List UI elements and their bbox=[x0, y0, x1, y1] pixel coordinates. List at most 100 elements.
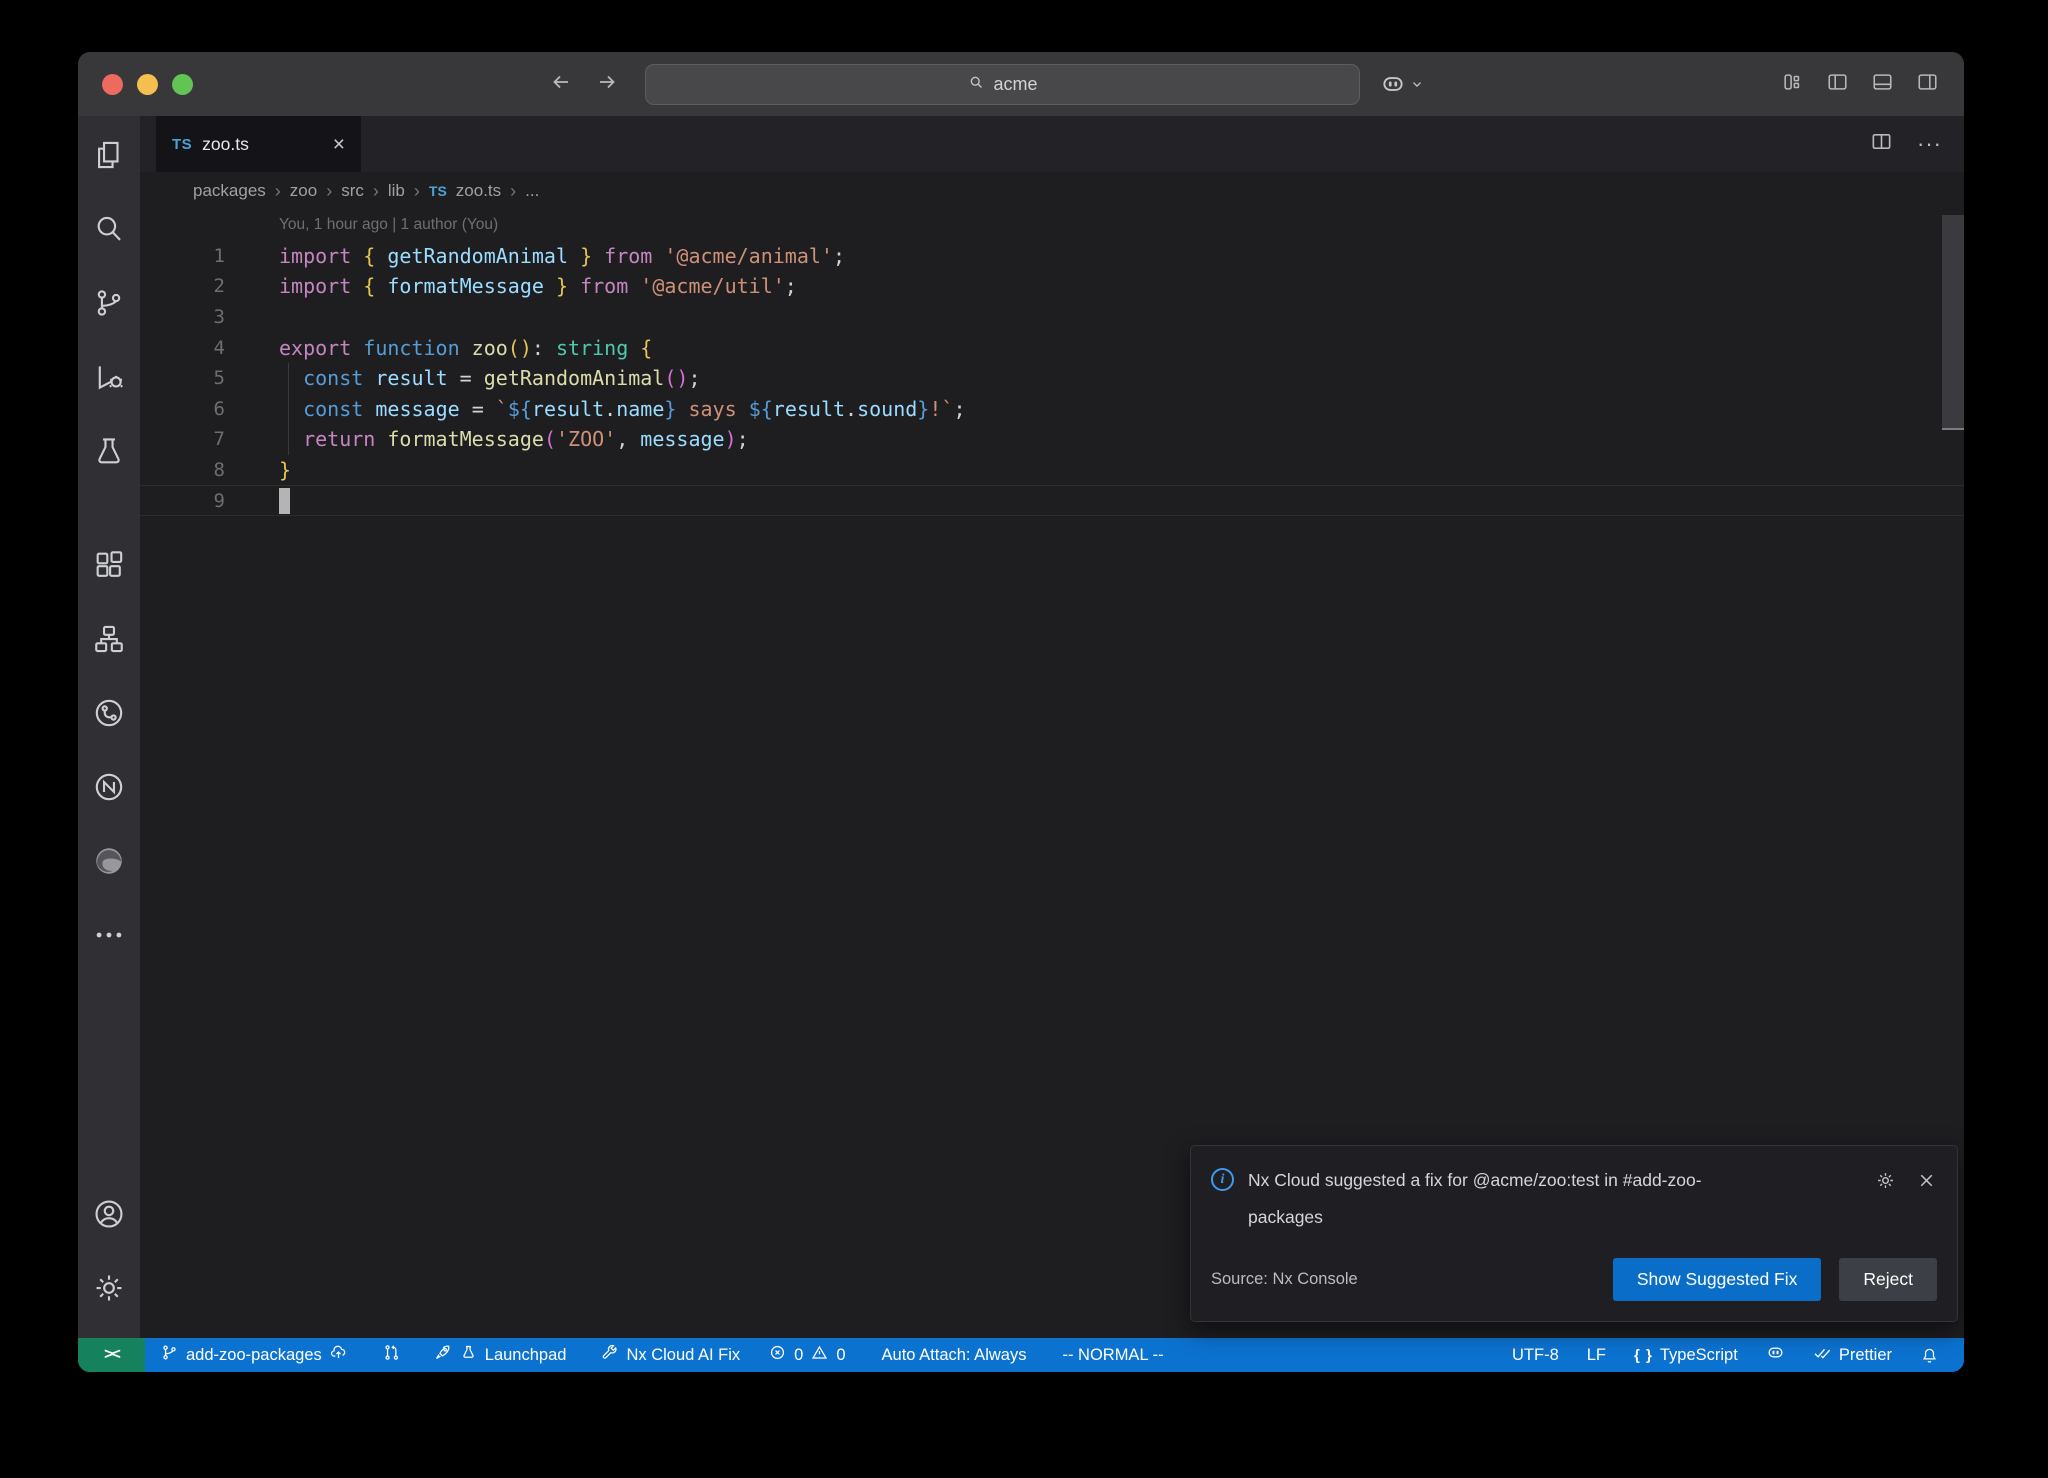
reject-button[interactable]: Reject bbox=[1839, 1258, 1937, 1301]
braces-icon: { } bbox=[1634, 1347, 1653, 1364]
extensions-icon bbox=[92, 548, 126, 587]
activity-bar-item-nx-console[interactable] bbox=[78, 678, 140, 752]
notifications-bell-icon[interactable] bbox=[1911, 1338, 1948, 1372]
notification-settings-icon[interactable] bbox=[1875, 1170, 1896, 1196]
encoding-item[interactable]: UTF-8 bbox=[1503, 1338, 1568, 1372]
rocket-icon bbox=[433, 1343, 452, 1367]
back-arrow-icon[interactable] bbox=[549, 70, 573, 99]
language-item[interactable]: { } TypeScript bbox=[1625, 1338, 1747, 1372]
activity-bar-item-settings[interactable] bbox=[78, 1253, 140, 1327]
edge-tools-icon bbox=[92, 844, 126, 883]
breadcrumb-separator: › bbox=[275, 181, 281, 202]
toggle-sidebar-left-icon[interactable] bbox=[1825, 71, 1850, 98]
command-center-search[interactable]: acme bbox=[645, 64, 1360, 105]
problems-item[interactable]: 0 0 bbox=[759, 1338, 854, 1372]
nx-cloud-ai-fix-item[interactable]: Nx Cloud AI Fix bbox=[591, 1338, 749, 1372]
git-branch-item[interactable]: add-zoo-packages bbox=[151, 1338, 357, 1372]
activity-bar-item-edge-tools[interactable] bbox=[78, 826, 140, 900]
code-line-3[interactable]: 3 bbox=[140, 302, 1964, 333]
breadcrumb-item[interactable]: lib bbox=[388, 181, 405, 201]
activity-bar-item-more[interactable] bbox=[78, 900, 140, 974]
code-line-2[interactable]: 2import { formatMessage } from '@acme/ut… bbox=[140, 271, 1964, 302]
references-icon bbox=[92, 622, 126, 661]
notification-close-icon[interactable] bbox=[1916, 1170, 1937, 1196]
activity-bar-item-search[interactable] bbox=[78, 194, 140, 268]
breadcrumb-item[interactable]: ... bbox=[525, 181, 539, 201]
copilot-icon bbox=[1766, 1343, 1785, 1367]
run-debug-icon bbox=[92, 360, 126, 399]
window-controls bbox=[102, 74, 193, 95]
flask-icon bbox=[459, 1343, 478, 1367]
activity-bar-item-source-control[interactable] bbox=[78, 268, 140, 342]
search-icon bbox=[92, 212, 126, 251]
breadcrumb-separator: › bbox=[326, 181, 332, 202]
code-line-4[interactable]: 4export function zoo(): string { bbox=[140, 332, 1964, 363]
code-line-7[interactable]: 7 return formatMessage('ZOO', message); bbox=[140, 424, 1964, 455]
formatter-item[interactable]: Prettier bbox=[1804, 1338, 1901, 1372]
minimize-window-button[interactable] bbox=[137, 74, 158, 95]
editor-more-actions-icon[interactable]: ··· bbox=[1917, 131, 1942, 157]
activity-bar-item-testing[interactable] bbox=[78, 416, 140, 490]
wrench-icon bbox=[600, 1343, 619, 1367]
show-suggested-fix-button[interactable]: Show Suggested Fix bbox=[1613, 1258, 1822, 1301]
split-editor-icon[interactable] bbox=[1870, 130, 1893, 158]
auto-attach-item[interactable]: Auto Attach: Always bbox=[873, 1338, 1036, 1372]
activity-bar-item-account[interactable] bbox=[78, 1179, 140, 1253]
search-icon bbox=[967, 73, 985, 96]
code-line-9[interactable]: 9 bbox=[140, 485, 1964, 516]
code-line-5[interactable]: 5 const result = getRandomAnimal(); bbox=[140, 363, 1964, 394]
copilot-menu[interactable] bbox=[1380, 71, 1424, 97]
breadcrumb-item[interactable]: packages bbox=[193, 181, 266, 201]
search-value: acme bbox=[993, 74, 1037, 95]
tab-zoo-ts[interactable]: TS zoo.ts × bbox=[156, 116, 361, 172]
explorer-icon bbox=[92, 138, 126, 177]
notification-message: Nx Cloud suggested a fix for @acme/zoo:t… bbox=[1248, 1162, 1763, 1236]
forward-arrow-icon[interactable] bbox=[595, 70, 619, 99]
toggle-panel-icon[interactable] bbox=[1870, 71, 1895, 98]
breadcrumb-item[interactable]: zoo bbox=[290, 181, 317, 201]
code-line-1[interactable]: 1import { getRandomAnimal } from '@acme/… bbox=[140, 241, 1964, 272]
titlebar: acme bbox=[78, 52, 1964, 116]
activity-bar-item-run-debug[interactable] bbox=[78, 342, 140, 416]
line-number: 5 bbox=[140, 367, 225, 389]
pull-request-icon bbox=[382, 1343, 401, 1367]
typescript-file-icon: TS bbox=[172, 136, 192, 153]
line-number: 1 bbox=[140, 245, 225, 267]
launchpad-item[interactable]: Launchpad bbox=[424, 1338, 576, 1372]
line-number: 3 bbox=[140, 306, 225, 328]
status-bar: >< add-zoo-packages Launchpad Nx Cloud A… bbox=[78, 1338, 1964, 1372]
breadcrumb-separator: › bbox=[373, 181, 379, 202]
vim-mode-item[interactable]: -- NORMAL -- bbox=[1053, 1338, 1172, 1372]
breadcrumb-item[interactable]: zoo.ts bbox=[456, 181, 501, 201]
eol-item[interactable]: LF bbox=[1578, 1338, 1615, 1372]
breadcrumb-item[interactable]: src bbox=[341, 181, 364, 201]
copilot-status-item[interactable] bbox=[1757, 1338, 1794, 1372]
customize-layout-icon[interactable] bbox=[1780, 71, 1805, 98]
tab-close-icon[interactable]: × bbox=[333, 134, 345, 155]
activity-bar-item-references[interactable] bbox=[78, 604, 140, 678]
scrollbar[interactable] bbox=[1942, 215, 1964, 430]
zoom-window-button[interactable] bbox=[172, 74, 193, 95]
line-number: 6 bbox=[140, 398, 225, 420]
activity-bar-item-explorer[interactable] bbox=[78, 120, 140, 194]
code-line-6[interactable]: 6 const message = `${result.name} says $… bbox=[140, 394, 1964, 425]
git-blame-annotation: You, 1 hour ago | 1 author (You) bbox=[140, 210, 1964, 241]
testing-icon bbox=[92, 434, 126, 473]
close-window-button[interactable] bbox=[102, 74, 123, 95]
breadcrumb: packages›zoo›src›lib›TSzoo.ts›... bbox=[140, 172, 1964, 210]
line-number: 2 bbox=[140, 275, 225, 297]
tab-bar: TS zoo.ts × ··· bbox=[140, 116, 1964, 172]
pull-request-item[interactable] bbox=[373, 1338, 410, 1372]
typescript-file-icon: TS bbox=[429, 183, 447, 199]
error-icon bbox=[768, 1343, 787, 1367]
vscode-window: acme TS zoo.ts × bbox=[78, 52, 1964, 1372]
notification-toast: i Nx Cloud suggested a fix for @acme/zoo… bbox=[1190, 1145, 1958, 1322]
breadcrumb-separator: › bbox=[510, 181, 516, 202]
toggle-sidebar-right-icon[interactable] bbox=[1915, 71, 1940, 98]
git-branch-icon bbox=[160, 1343, 179, 1367]
source-control-icon bbox=[92, 286, 126, 325]
code-line-8[interactable]: 8} bbox=[140, 455, 1964, 486]
activity-bar-item-nx-cloud[interactable] bbox=[78, 752, 140, 826]
activity-bar-item-extensions[interactable] bbox=[78, 530, 140, 604]
remote-indicator[interactable]: >< bbox=[78, 1338, 145, 1372]
